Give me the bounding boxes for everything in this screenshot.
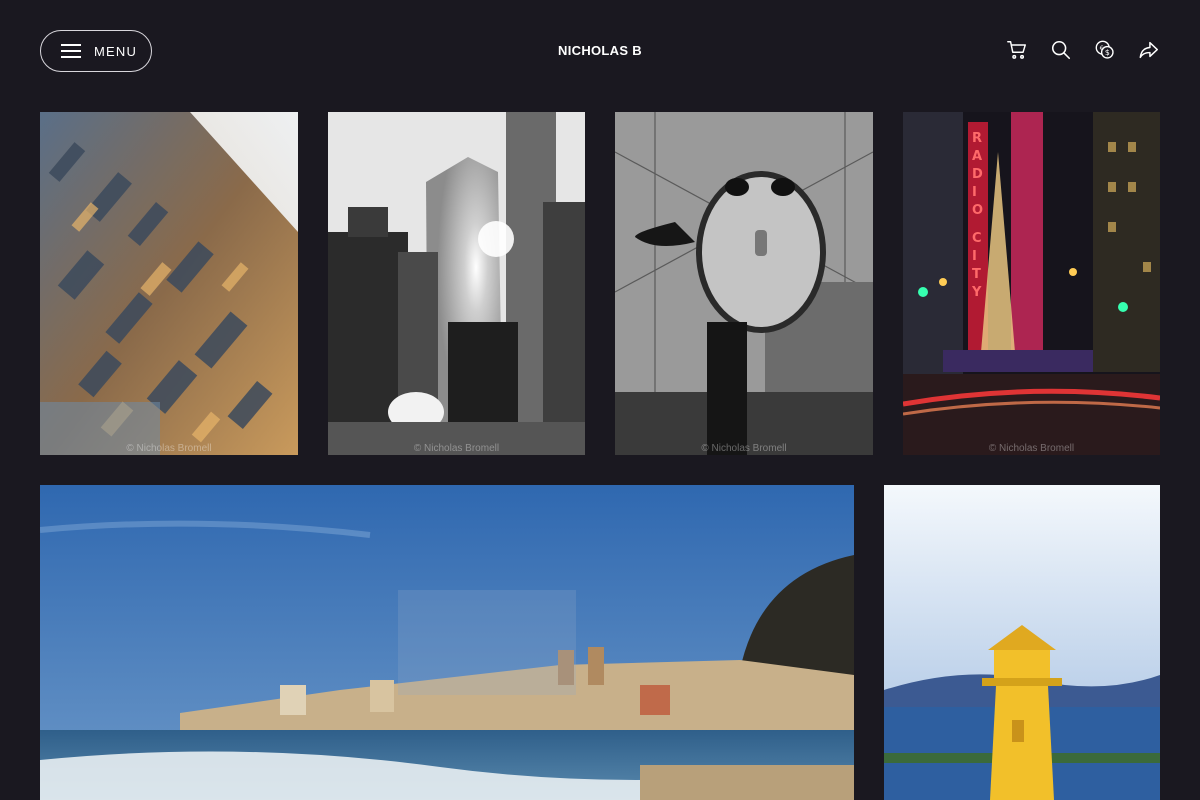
svg-text:C: C bbox=[972, 231, 982, 246]
svg-text:R: R bbox=[972, 131, 982, 146]
svg-text:D: D bbox=[972, 167, 983, 182]
svg-text:I: I bbox=[972, 185, 977, 200]
svg-text:Y: Y bbox=[971, 285, 982, 300]
photo-watermark: © Nicholas Bromell bbox=[126, 443, 212, 454]
cart-icon[interactable] bbox=[1006, 39, 1028, 61]
header-icons: $ € bbox=[1006, 39, 1160, 61]
svg-text:T: T bbox=[972, 267, 981, 282]
gallery-photo[interactable] bbox=[884, 485, 1160, 800]
gallery-photo[interactable]: © Nicholas Bromell bbox=[328, 112, 585, 455]
currency-icon[interactable]: $ € bbox=[1094, 39, 1116, 61]
search-icon[interactable] bbox=[1050, 39, 1072, 61]
svg-text:I: I bbox=[972, 249, 977, 264]
gallery-photo[interactable]: © Nicholas Bromell bbox=[40, 112, 298, 455]
photo-watermark: © Nicholas Bromell bbox=[701, 443, 787, 454]
gallery-photo[interactable] bbox=[40, 485, 854, 800]
share-icon[interactable] bbox=[1138, 39, 1160, 61]
gallery-photo[interactable]: RAD IO CITY © Nicholas Bromell bbox=[903, 112, 1160, 455]
svg-text:O: O bbox=[972, 203, 983, 218]
svg-text:A: A bbox=[972, 149, 982, 164]
svg-text:€: € bbox=[1100, 45, 1104, 52]
photo-watermark: © Nicholas Bromell bbox=[988, 443, 1075, 454]
svg-text:$: $ bbox=[1105, 48, 1110, 57]
gallery-photo[interactable]: © Nicholas Bromell bbox=[615, 112, 873, 455]
photo-watermark: © Nicholas Bromell bbox=[413, 443, 500, 454]
top-bar: MENU NICHOLAS B $ € bbox=[0, 0, 1200, 100]
